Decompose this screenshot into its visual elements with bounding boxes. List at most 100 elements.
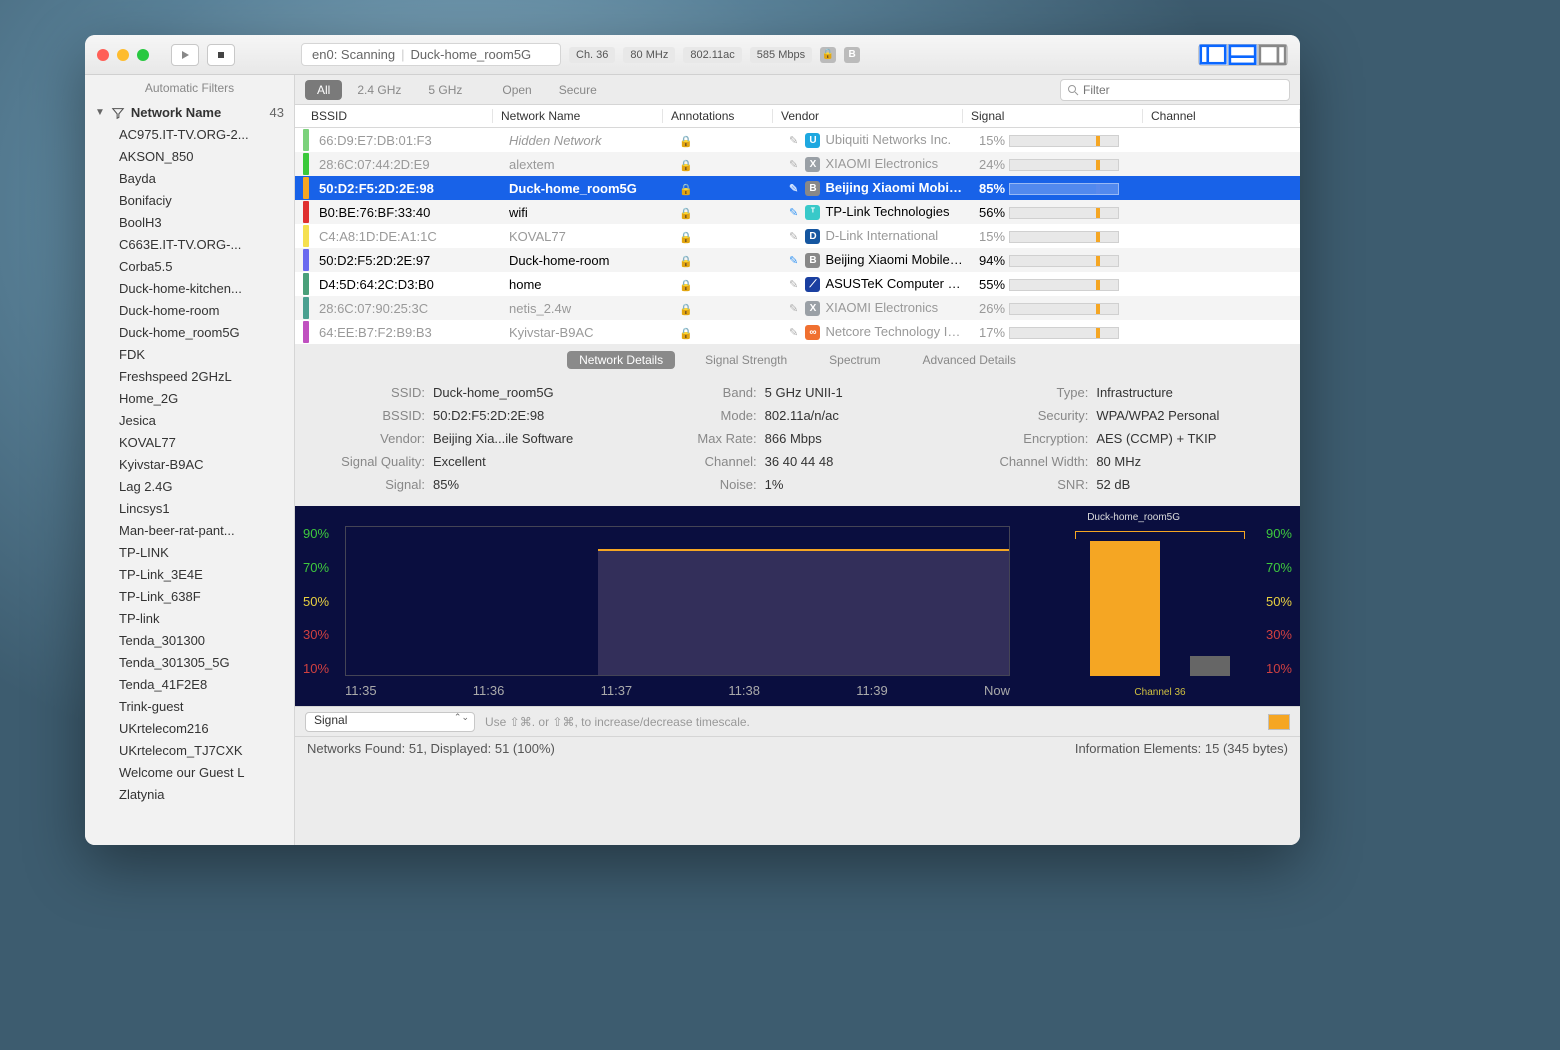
table-row[interactable]: 28:6C:07:44:2D:E9alextem🔒✎ XXIAOMI Elect… (295, 152, 1300, 176)
tab-spectrum[interactable]: Spectrum (817, 351, 892, 369)
sidebar-item[interactable]: Zlatynia (85, 784, 294, 806)
sidebar-item[interactable]: Corba5.5 (85, 256, 294, 278)
sidebar-item[interactable]: UKrtelecom_TJ7CXK (85, 740, 294, 762)
table-row[interactable]: 50:D2:F5:2D:2E:98Duck-home_room5G🔒✎ BBei… (295, 176, 1300, 200)
table-row[interactable]: 28:6C:07:90:25:3Cnetis_2.4w🔒✎ XXIAOMI El… (295, 296, 1300, 320)
filter-5ghz[interactable]: 5 GHz (416, 80, 474, 100)
sidebar-item[interactable]: Tenda_301305_5G (85, 652, 294, 674)
cell-name: wifi (501, 205, 671, 220)
tab-network-details[interactable]: Network Details (567, 351, 675, 369)
cell-signal: 94% (971, 253, 1151, 268)
vendor-icon: B (805, 181, 820, 196)
sidebar-item[interactable]: Tenda_41F2E8 (85, 674, 294, 696)
security-segment: Open Secure (490, 80, 608, 100)
sidebar-group-header[interactable]: ▼ Network Name 43 (85, 101, 294, 124)
sidebar-item[interactable]: Bayda (85, 168, 294, 190)
sidebar-item[interactable]: Duck-home-kitchen... (85, 278, 294, 300)
col-annotations[interactable]: Annotations (663, 109, 773, 123)
cell-name: alextem (501, 157, 671, 172)
detail-row: Channel Width:80 MHz (978, 454, 1280, 469)
view-bottom-panel[interactable] (1228, 44, 1258, 66)
search-input[interactable] (1083, 83, 1283, 97)
sidebar-item[interactable]: UKrtelecom216 (85, 718, 294, 740)
sidebar-item[interactable]: Freshspeed 2GHzL (85, 366, 294, 388)
filter-secure[interactable]: Secure (547, 80, 609, 100)
table-row[interactable]: D4:5D:64:2C:D3:B0home🔒✎ ⟋ASUSTeK Compute… (295, 272, 1300, 296)
table-body[interactable]: 66:D9:E7:DB:01:F3Hidden Network🔒✎ UUbiqu… (295, 128, 1300, 345)
col-channel[interactable]: Channel (1143, 109, 1300, 123)
sidebar-item[interactable]: Home_2G (85, 388, 294, 410)
close-button[interactable] (97, 49, 109, 61)
filter-all[interactable]: All (305, 80, 342, 100)
col-bssid[interactable]: BSSID (303, 109, 493, 123)
filter-24ghz[interactable]: 2.4 GHz (345, 80, 413, 100)
col-vendor[interactable]: Vendor (773, 109, 963, 123)
status-bar: Networks Found: 51, Displayed: 51 (100%)… (295, 736, 1300, 760)
detail-row: Encryption:AES (CCMP) + TKIP (978, 431, 1280, 446)
sidebar-item[interactable]: Jesica (85, 410, 294, 432)
detail-value: 80 MHz (1096, 454, 1141, 469)
detail-label: Signal: (315, 477, 425, 492)
sidebar-item[interactable]: Duck-home-room (85, 300, 294, 322)
tab-signal-strength[interactable]: Signal Strength (693, 351, 799, 369)
cell-vendor: ✎ XXIAOMI Electronics (781, 300, 971, 316)
table-row[interactable]: B0:BE:76:BF:33:40wifi🔒✎ ᵀTP-Link Technol… (295, 200, 1300, 224)
cell-bssid: 66:D9:E7:DB:01:F3 (311, 133, 501, 148)
color-swatch[interactable] (1268, 714, 1290, 730)
table-row[interactable]: 64:EE:B7:F2:B9:B3Kyivstar-B9AC🔒✎ ∞Netcor… (295, 320, 1300, 344)
filter-open[interactable]: Open (490, 80, 543, 100)
sidebar-item[interactable]: Duck-home_room5G (85, 322, 294, 344)
sidebar-item[interactable]: Trink-guest (85, 696, 294, 718)
stop-button[interactable] (207, 44, 235, 66)
pencil-icon: ✎ (789, 183, 798, 195)
sidebar-item[interactable]: Man-beer-rat-pant... (85, 520, 294, 542)
sidebar-item[interactable]: TP-LINK (85, 542, 294, 564)
tab-advanced[interactable]: Advanced Details (911, 351, 1028, 369)
col-name[interactable]: Network Name (493, 109, 663, 123)
sidebar-item[interactable]: TP-link (85, 608, 294, 630)
pencil-icon: ✎ (789, 207, 798, 219)
play-button[interactable] (171, 44, 199, 66)
sidebar-item[interactable]: BoolH3 (85, 212, 294, 234)
network-table: BSSID Network Name Annotations Vendor Si… (295, 105, 1300, 345)
cell-bssid: 28:6C:07:90:25:3C (311, 301, 501, 316)
detail-value: 5 GHz UNII-1 (765, 385, 843, 400)
table-row[interactable]: 50:D2:F5:2D:2E:97Duck-home-room🔒✎ BBeiji… (295, 248, 1300, 272)
detail-value: Excellent (433, 454, 486, 469)
table-row[interactable]: C4:A8:1D:DE:A1:1CKOVAL77🔒✎ DD-Link Inter… (295, 224, 1300, 248)
sidebar-item[interactable]: KOVAL77 (85, 432, 294, 454)
cell-bssid: 50:D2:F5:2D:2E:97 (311, 253, 501, 268)
cell-vendor: ✎ ⟋ASUSTeK Computer Inc. (781, 276, 971, 292)
sidebar-item[interactable]: Welcome our Guest L (85, 762, 294, 784)
view-right-panel[interactable] (1258, 44, 1288, 66)
sidebar-item[interactable]: Tenda_301300 (85, 630, 294, 652)
detail-row: Band:5 GHz UNII-1 (647, 385, 949, 400)
detail-value: Beijing Xia...ile Software (433, 431, 573, 446)
table-row[interactable]: 66:D9:E7:DB:01:F3Hidden Network🔒✎ UUbiqu… (295, 128, 1300, 152)
detail-row: Security:WPA/WPA2 Personal (978, 408, 1280, 423)
lock-icon: 🔒 (679, 184, 693, 196)
search-field[interactable] (1060, 79, 1290, 101)
sidebar-item[interactable]: TP-Link_3E4E (85, 564, 294, 586)
minimize-button[interactable] (117, 49, 129, 61)
sidebar-item[interactable]: FDK (85, 344, 294, 366)
sidebar-item[interactable]: Lincsys1 (85, 498, 294, 520)
sidebar-item[interactable]: AKSON_850 (85, 146, 294, 168)
detail-label: Max Rate: (647, 431, 757, 446)
metric-select[interactable]: Signal (305, 712, 475, 732)
col-signal[interactable]: Signal (963, 109, 1143, 123)
view-left-panel[interactable] (1198, 44, 1228, 66)
detail-row: Type:Infrastructure (978, 385, 1280, 400)
view-toggle (1198, 44, 1288, 66)
sidebar-item[interactable]: Bonifaciy (85, 190, 294, 212)
current-network: Duck-home_room5G (411, 47, 532, 62)
cell-name: Duck-home_room5G (501, 181, 671, 196)
sidebar-item[interactable]: Lag 2.4G (85, 476, 294, 498)
sidebar-item[interactable]: TP-Link_638F (85, 586, 294, 608)
lock-icon: 🔒 (679, 232, 693, 244)
detail-value: Infrastructure (1096, 385, 1173, 400)
zoom-button[interactable] (137, 49, 149, 61)
sidebar-item[interactable]: Kyivstar-B9AC (85, 454, 294, 476)
sidebar-item[interactable]: AC975.IT-TV.ORG-2... (85, 124, 294, 146)
sidebar-item[interactable]: C663E.IT-TV.ORG-... (85, 234, 294, 256)
